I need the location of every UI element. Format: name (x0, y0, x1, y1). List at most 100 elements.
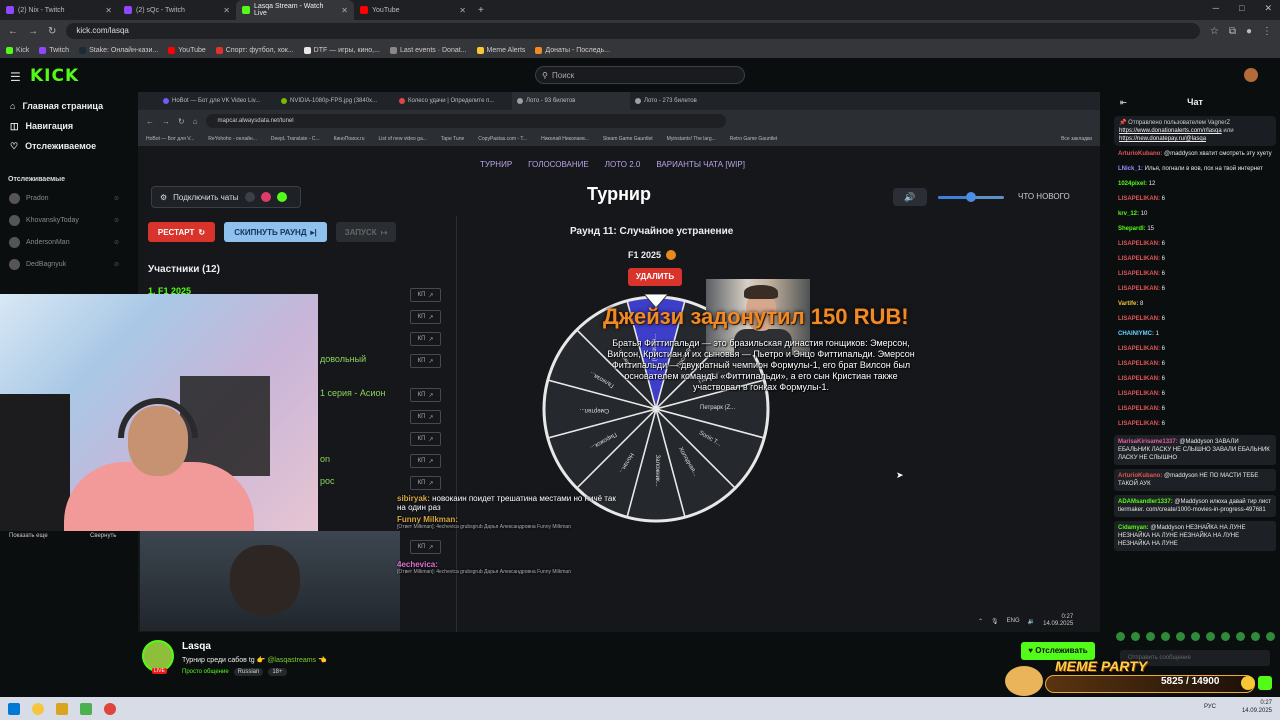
offline-icon: ⊘ (113, 239, 119, 246)
sidebar-item-browse[interactable]: ◫ Навигация (0, 116, 128, 136)
followed-channel[interactable]: KhovanskyToday ⊘ (0, 209, 128, 231)
back-icon[interactable]: ← (8, 26, 18, 37)
emote-icon[interactable] (1116, 632, 1125, 641)
participant-fragment: on (320, 454, 331, 464)
tag[interactable]: Russian (233, 668, 264, 676)
followed-channel[interactable]: AndersonMan ⊘ (0, 231, 128, 253)
sidebar-item-following[interactable]: ♡ Отслеживаемое (0, 136, 128, 156)
followed-channel[interactable]: Pradon ⊘ (0, 187, 128, 209)
emote-icon[interactable] (1161, 632, 1170, 641)
home-icon: ⌂ (192, 116, 198, 126)
followed-channel[interactable]: DedBagnyuk ⊘ (0, 253, 128, 275)
sidebar-item-home[interactable]: ⌂ Главная страница (0, 96, 128, 116)
chat-username[interactable]: ArturioKubano: (1118, 473, 1162, 479)
collapse-button[interactable]: Свернуть (90, 533, 116, 539)
chrome-icon[interactable] (104, 702, 116, 715)
close-icon[interactable]: ✕ (341, 6, 348, 15)
maximize-icon[interactable]: □ (1239, 3, 1244, 14)
chat-username[interactable]: Cidamyan: (1118, 525, 1149, 531)
browser-tab[interactable]: (2) Nix - Twitch ✕ (0, 0, 118, 20)
chat-username[interactable]: MarisaKirisame1337: (1118, 439, 1178, 445)
emote-icon[interactable] (1266, 632, 1275, 641)
new-tab-icon[interactable]: + (478, 5, 484, 16)
collapse-chat-icon[interactable]: ⇤ (1120, 98, 1127, 107)
emote-icon[interactable] (1236, 632, 1245, 641)
tag[interactable]: 18+ (268, 668, 287, 676)
app-icon[interactable] (80, 702, 92, 715)
chat-username[interactable]: LISAPELIKAN: (1118, 361, 1160, 367)
chat-username[interactable]: LISAPELIKAN: (1118, 241, 1160, 247)
bookmark[interactable]: Twitch (39, 46, 69, 54)
keyboard-language[interactable]: РУС (1204, 704, 1216, 710)
channel-info: LIVE Lasqa Турнир среди сабов tg 👉 @lasq… (138, 632, 1100, 692)
browser-tab[interactable]: (2) sQc - Twitch ✕ (118, 0, 236, 20)
chat-username[interactable]: LISAPELIKAN: (1118, 316, 1160, 322)
chat-text: 6 (1160, 361, 1166, 367)
category-link[interactable]: Просто общение (182, 669, 229, 675)
chat-username[interactable]: LISAPELIKAN: (1118, 376, 1160, 382)
bookmark[interactable]: Kick (6, 46, 29, 54)
chat-username[interactable]: LNick_1: (1118, 166, 1143, 172)
kick-logo[interactable]: KICK (30, 66, 79, 86)
bookmark[interactable]: Донаты - Последь... (535, 46, 610, 54)
browser-tab-active[interactable]: Lasqa Stream - Watch Live ✕ (236, 0, 354, 20)
avatar (9, 192, 20, 204)
folder-icon[interactable] (56, 702, 68, 715)
hamburger-icon[interactable]: ☰ (10, 70, 21, 84)
minimize-icon[interactable]: ─ (1213, 3, 1219, 14)
chat-username[interactable]: LISAPELIKAN: (1118, 421, 1160, 427)
close-icon[interactable]: ✕ (223, 6, 230, 15)
show-more-button[interactable]: Показать еще (9, 533, 48, 539)
bookmark[interactable]: Last events · Donat... (389, 46, 467, 54)
close-icon[interactable]: ✕ (105, 6, 112, 15)
emote-icon[interactable] (1131, 632, 1140, 641)
bookmark[interactable]: YouTube (168, 46, 206, 54)
search-input[interactable]: ⚲ Поиск (535, 66, 745, 84)
extensions-icon[interactable]: ⧉ (1229, 26, 1236, 37)
emote-icon[interactable] (1146, 632, 1155, 641)
chat-username[interactable]: ArturioKubano: (1118, 151, 1162, 157)
donation-link[interactable]: https://www.donationalerts.com/r/lasqa (1119, 128, 1222, 134)
emote-icon[interactable] (1191, 632, 1200, 641)
bookmark[interactable]: DTF — игры, кино,... (303, 46, 380, 54)
chat-username[interactable]: LISAPELIKAN: (1118, 271, 1160, 277)
chat-username[interactable]: CHAINIYMC: (1118, 331, 1154, 337)
emote-icon[interactable] (1206, 632, 1215, 641)
menu-icon[interactable]: ⋮ (1262, 26, 1272, 37)
chat-username[interactable]: ADAMsandler1337: (1118, 499, 1173, 505)
profile-icon[interactable]: ● (1246, 26, 1252, 37)
yandex-icon[interactable] (32, 702, 44, 715)
channel-avatar[interactable]: LIVE (142, 640, 174, 674)
user-avatar[interactable] (1244, 68, 1258, 82)
bookmark[interactable]: Спорт: футбол, хок... (215, 46, 294, 54)
chat-username[interactable]: LISAPELIKAN: (1118, 286, 1160, 292)
bookmark[interactable]: Stake: Онлайн-кази... (79, 46, 158, 54)
close-icon[interactable]: ✕ (459, 6, 466, 15)
close-window-icon[interactable]: ✕ (1264, 3, 1272, 14)
chat-username[interactable]: 1024pixel: (1118, 181, 1147, 187)
donation-link[interactable]: https://new.donatepay.ru/@lasqa (1119, 136, 1206, 142)
chat-username[interactable]: LISAPELIKAN: (1118, 406, 1160, 412)
reload-icon[interactable]: ↻ (48, 26, 56, 37)
url-input[interactable]: kick.com/lasqa (66, 23, 1200, 39)
clock[interactable]: 0:27 14.09.2025 (1242, 699, 1272, 715)
browser-tab[interactable]: YouTube ✕ (354, 0, 472, 20)
bookmark[interactable]: Meme Alerts (476, 46, 525, 54)
send-chat-button[interactable] (1258, 676, 1272, 690)
emote-icon[interactable] (1221, 632, 1230, 641)
chat-message: LISAPELIKAN: 6 (1118, 285, 1272, 293)
star-icon[interactable]: ☆ (1210, 26, 1219, 37)
emote-icon[interactable] (1251, 632, 1260, 641)
channel-name[interactable]: Lasqa (182, 641, 211, 652)
donation-headline: Джейзи задонутил 150 RUB! (603, 304, 909, 329)
chat-username[interactable]: krv_12: (1118, 211, 1139, 217)
chat-username[interactable]: Shepardl: (1118, 226, 1146, 232)
chat-username[interactable]: LISAPELIKAN: (1118, 196, 1160, 202)
chat-username[interactable]: LISAPELIKAN: (1118, 346, 1160, 352)
forward-icon[interactable]: → (28, 26, 38, 37)
chat-username[interactable]: Vartife: (1118, 301, 1138, 307)
chat-username[interactable]: LISAPELIKAN: (1118, 391, 1160, 397)
chat-username[interactable]: LISAPELIKAN: (1118, 256, 1160, 262)
windows-start-icon[interactable] (8, 702, 20, 715)
emote-icon[interactable] (1176, 632, 1185, 641)
